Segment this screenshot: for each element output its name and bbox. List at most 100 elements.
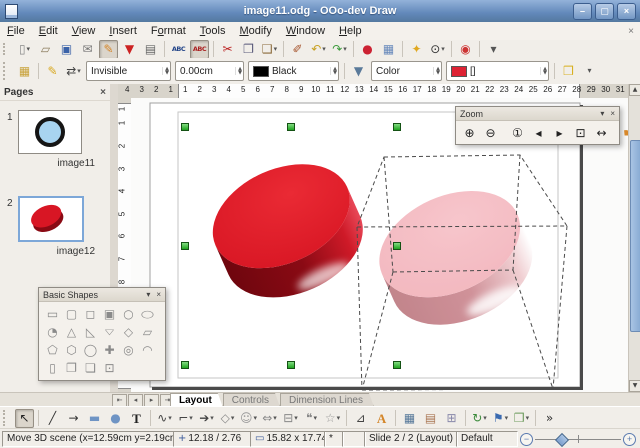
basic-shapes-tool-dropdown[interactable]: ▾ [231, 414, 235, 422]
rotate-button-dropdown[interactable]: ▾ [483, 414, 487, 422]
shape-regular-pentagon[interactable]: ⬠ [43, 341, 62, 359]
menu-tools[interactable]: Tools [193, 24, 233, 38]
align-button-dropdown[interactable]: ▾ [505, 414, 509, 422]
line-style-spinner[interactable]: ▲▼ [162, 67, 169, 75]
selection-handle[interactable] [182, 243, 189, 250]
toolbar-grip[interactable] [3, 43, 10, 56]
new-document-button[interactable]: ▯▾ [15, 40, 34, 59]
horizontal-ruler[interactable]: 4321123456789101112131415161718192021222… [118, 84, 628, 99]
save-button[interactable]: ▣ [57, 40, 76, 59]
selection-handle[interactable] [394, 124, 401, 131]
shape-octagon[interactable]: ◯ [81, 341, 100, 359]
help-button[interactable]: ◉ [456, 40, 475, 59]
gallery-button[interactable]: ▦ [379, 40, 398, 59]
shape-right-triangle[interactable]: ◺ [81, 323, 100, 341]
zoom-out-icon[interactable]: − [520, 433, 533, 446]
menu-modify[interactable]: Modify [232, 24, 278, 38]
toolbar-grip[interactable] [3, 62, 10, 80]
page-style-field[interactable]: Default [456, 431, 518, 447]
shape-block-arc[interactable]: ◠ [138, 341, 157, 359]
fontwork-button[interactable]: A [372, 409, 391, 428]
zoom-in-icon[interactable]: + [623, 433, 636, 446]
shape-square[interactable]: ◻ [81, 305, 100, 323]
arrow-tool[interactable]: → [64, 409, 83, 428]
shape-parallelogram[interactable]: ▱ [138, 323, 157, 341]
selection-handle[interactable] [288, 362, 295, 369]
title-bar[interactable]: image11.odg - OOo-dev Draw – ▢ × [0, 0, 640, 23]
menu-format[interactable]: Format [144, 24, 193, 38]
menu-insert[interactable]: Insert [102, 24, 144, 38]
ellipse-tool[interactable]: ● [106, 409, 125, 428]
close-document-icon[interactable]: × [628, 26, 634, 37]
shadow-button[interactable]: ❒ [559, 62, 578, 81]
line-width-spinner[interactable]: ▲▼ [235, 67, 242, 75]
menu-file[interactable]: File [0, 24, 32, 38]
selection-handle[interactable] [288, 124, 295, 131]
menu-window[interactable]: Window [279, 24, 332, 38]
zoom-out-button[interactable]: ⊖ [481, 123, 500, 142]
zoom-button-dropdown[interactable]: ▾ [441, 45, 445, 53]
redo-button-dropdown[interactable]: ▾ [343, 45, 347, 53]
navigator-button[interactable]: ✦ [407, 40, 426, 59]
arrange-button-dropdown[interactable]: ▾ [526, 414, 530, 422]
line-color-spinner[interactable]: ▲▼ [330, 67, 337, 75]
shape-circle[interactable]: ○ [119, 305, 138, 323]
basic-shapes-tool[interactable]: ◇▾ [218, 409, 237, 428]
menu-view[interactable]: View [65, 24, 103, 38]
vertical-scrollbar-thumb[interactable] [630, 140, 640, 332]
edit-points-button[interactable]: ⊿ [351, 409, 370, 428]
arrow-style-button[interactable]: ⇄▾ [64, 62, 83, 81]
spellcheck-button[interactable]: ABC [169, 40, 188, 59]
shape-rounded-rectangle[interactable]: ▢ [62, 305, 81, 323]
line-style-select[interactable]: Invisible ▲▼ [86, 61, 171, 81]
shape-cross[interactable]: ✚ [100, 341, 119, 359]
more-buttons[interactable]: » [540, 409, 559, 428]
maximize-button[interactable]: ▢ [595, 3, 614, 20]
flowchart-tool-dropdown[interactable]: ▾ [294, 414, 298, 422]
zoom-button[interactable]: ⊙▾ [428, 40, 447, 59]
zoom-slider-thumb[interactable] [555, 432, 569, 446]
fill-color-spinner[interactable]: ▲▼ [540, 67, 547, 75]
edit-file-button[interactable]: ✎ [99, 40, 118, 59]
toolbar-options-button[interactable]: ▾ [484, 40, 503, 59]
menu-help[interactable]: Help [332, 24, 369, 38]
select-tool[interactable]: ↖ [15, 409, 34, 428]
text-tool[interactable]: T [127, 409, 146, 428]
lines-arrows-tool[interactable]: ➔▾ [197, 409, 216, 428]
callouts-tool[interactable]: ❝▾ [302, 409, 321, 428]
arrange-button[interactable]: ❒▾ [512, 409, 531, 428]
zoom-previous-button[interactable]: ◂ [529, 123, 548, 142]
line-width-input[interactable]: 0.00cm ▲▼ [175, 61, 244, 81]
selection-handle[interactable] [182, 124, 189, 131]
rotate-button[interactable]: ↻▾ [470, 409, 489, 428]
layer-tab-controls[interactable]: Controls [223, 393, 280, 407]
zoom-toolbar-close-icon[interactable]: × [610, 109, 615, 118]
gallery-button[interactable]: ▤ [421, 409, 440, 428]
layer-tab-layout[interactable]: Layout [170, 393, 223, 407]
shape-hexagon[interactable]: ⬡ [62, 341, 81, 359]
selection-handle[interactable] [394, 243, 401, 250]
toolbar-options-button[interactable]: ▾ [580, 62, 599, 81]
zoom-next-button[interactable]: ▸ [550, 123, 569, 142]
print-button[interactable]: ▤ [141, 40, 160, 59]
export-pdf-button[interactable]: ▼ [120, 40, 139, 59]
curve-tool[interactable]: ∿▾ [155, 409, 174, 428]
basic-shapes-dropdown-icon[interactable]: ▾ [146, 290, 150, 299]
block-arrows-tool[interactable]: ⇔▾ [260, 409, 279, 428]
connector-tool-dropdown[interactable]: ▾ [189, 414, 193, 422]
basic-shapes-close-icon[interactable]: × [156, 290, 161, 299]
insert-frame-button[interactable]: ⊞ [442, 409, 461, 428]
rectangle-tool[interactable]: ▬ [85, 409, 104, 428]
shape-cylinder[interactable]: ▯ [43, 359, 62, 377]
line-color-select[interactable]: Black ▲▼ [248, 61, 339, 81]
undo-button-dropdown[interactable]: ▾ [322, 45, 326, 53]
zoom-page-width-button[interactable]: ↔ [592, 123, 611, 142]
paste-button-dropdown[interactable]: ▾ [274, 45, 278, 53]
zoom-slider[interactable]: − + [520, 433, 636, 445]
auto-spellcheck-button[interactable]: ABC [190, 40, 209, 59]
block-arrows-tool-dropdown[interactable]: ▾ [273, 414, 277, 422]
stars-tool[interactable]: ☆▾ [323, 409, 342, 428]
menu-edit[interactable]: Edit [32, 24, 65, 38]
new-document-button-dropdown[interactable]: ▾ [27, 45, 31, 53]
zoom-100-button[interactable]: ① [508, 123, 527, 142]
